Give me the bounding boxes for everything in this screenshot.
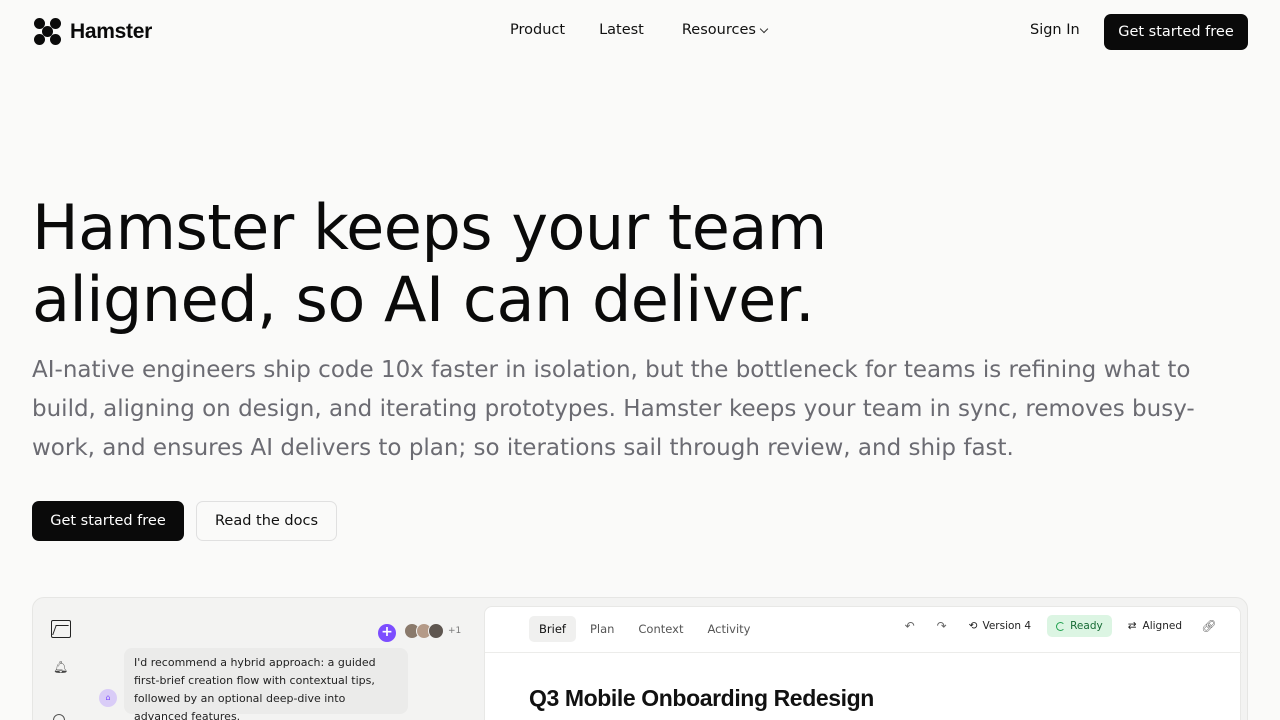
chat-message: I'd recommend a hybrid approach: a guide…	[124, 648, 408, 720]
link-icon: 🔗︎	[1201, 619, 1217, 633]
nav-link-resources-label: Resources	[681, 22, 756, 38]
aligned-label: Aligned	[1142, 620, 1182, 632]
tab-brief: Brief	[529, 616, 576, 642]
add-collaborator-icon: +	[378, 624, 396, 642]
app-logo-icon	[51, 620, 71, 638]
product-preview: 🔔︎ + +1 I'd recommend a hybrid approach:…	[32, 597, 1248, 720]
preview-chat-panel: 🔔︎ + +1 I'd recommend a hybrid approach:…	[33, 598, 481, 720]
chevron-down-icon	[759, 24, 769, 33]
brand-name: Hamster	[70, 19, 152, 43]
history-icon: ⟲	[968, 620, 978, 632]
ready-status-icon	[1056, 621, 1066, 631]
top-nav: Hamster Product Latest Resources Sign In…	[0, 0, 1280, 64]
clock-icon	[53, 714, 65, 720]
hero-get-started-button[interactable]: Get started free	[32, 501, 184, 541]
preview-document-panel: Brief Plan Context Activity ↶ ↷ ⟲ Versio…	[484, 606, 1242, 720]
bell-icon: 🔔︎	[53, 660, 69, 674]
tab-plan: Plan	[589, 622, 615, 636]
version-indicator: ⟲ Version 4	[963, 616, 1037, 636]
aligned-icon: ⇄	[1127, 620, 1137, 632]
sign-in-link[interactable]: Sign In	[1030, 22, 1080, 38]
status-badge: Ready	[1047, 615, 1112, 637]
avatar	[428, 623, 444, 639]
brand-logo[interactable]: Hamster	[34, 18, 152, 45]
nav-get-started-button[interactable]: Get started free	[1104, 14, 1248, 50]
hero-subtitle: AI-native engineers ship code 10x faster…	[32, 357, 1195, 461]
nav-links: Product Latest Resources	[510, 22, 801, 38]
collaborator-avatars: +1	[404, 623, 461, 639]
hero-title-line-1: Hamster keeps your team	[32, 191, 827, 264]
hero-cta-row: Get started free Read the docs	[32, 501, 337, 541]
nav-link-resources[interactable]: Resources	[681, 22, 769, 38]
hamster-logo-icon	[34, 18, 61, 45]
aligned-indicator: ⇄ Aligned	[1122, 616, 1188, 636]
document-toolbar: ↶ ↷ ⟲ Version 4 Ready ⇄ Aligned 🔗︎	[899, 615, 1220, 637]
redo-icon: ↷	[936, 619, 947, 633]
version-label: Version 4	[982, 620, 1032, 632]
document-tabs: Brief Plan Context Activity	[529, 616, 760, 642]
tab-context: Context	[638, 622, 684, 636]
undo-icon: ↶	[904, 619, 915, 633]
tab-activity: Activity	[707, 622, 751, 636]
toolbar-divider	[485, 652, 1242, 653]
nav-link-product[interactable]: Product	[510, 22, 565, 38]
nav-link-latest[interactable]: Latest	[599, 22, 644, 38]
avatar-more-count: +1	[448, 626, 462, 636]
document-title: Q3 Mobile Onboarding Redesign	[529, 685, 874, 711]
hero-title: Hamster keeps your team aligned, so AI c…	[32, 192, 932, 336]
status-label: Ready	[1070, 620, 1103, 632]
hero-title-line-2: aligned, so AI can deliver.	[32, 263, 815, 336]
ai-avatar-icon: ⌂	[99, 689, 117, 707]
read-docs-button[interactable]: Read the docs	[196, 501, 337, 541]
